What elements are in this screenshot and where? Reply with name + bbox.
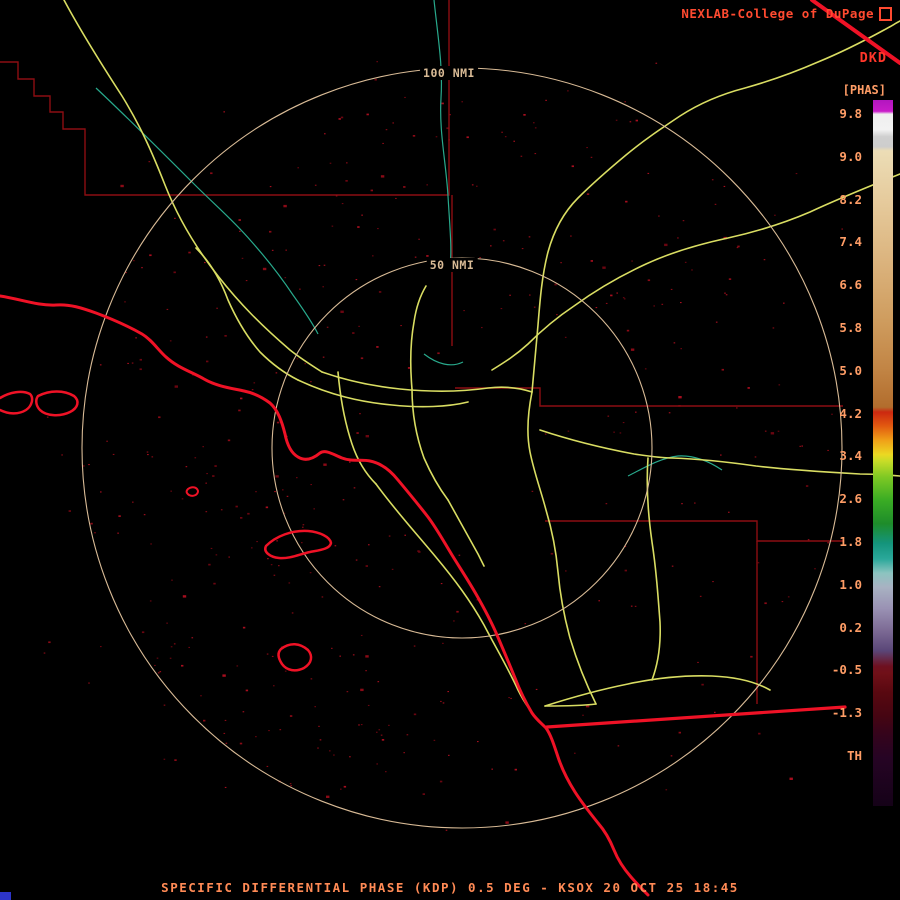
river-path [423, 353, 464, 366]
island-san-clemente [277, 643, 313, 672]
road-path [527, 391, 597, 705]
county-border-path [545, 520, 843, 542]
county-border-path [0, 0, 450, 196]
radar-map [0, 0, 900, 897]
product-code: DKD [859, 50, 887, 66]
range-ring-label-50: 50 NMI [426, 258, 478, 272]
coastline-path [0, 294, 650, 897]
river-path [627, 455, 723, 477]
county-borders-layer [0, 0, 843, 704]
road-path [297, 379, 469, 408]
coastline-layer [0, 0, 900, 897]
road-path [544, 675, 771, 707]
road-path [646, 457, 661, 681]
brand: NEXLAB-College of DuPage [681, 6, 892, 21]
product-tag: [PHAS] [842, 83, 886, 97]
road-path [531, 20, 900, 393]
range-ring-label-100: 100 NMI [420, 66, 478, 80]
caption: SPECIFIC DIFFERENTIAL PHASE (KDP) 0.5 DE… [161, 880, 739, 895]
brand-logo-icon [879, 6, 892, 21]
radar-screen: NEXLAB-College of DuPage DKD [PHAS] 9.8 9… [0, 0, 900, 900]
road-path [195, 247, 299, 381]
road-path [337, 371, 377, 485]
corner-chip [0, 892, 11, 900]
road-path [491, 173, 900, 371]
road-path [409, 285, 427, 390]
brand-text: NEXLAB-College of DuPage [681, 6, 874, 21]
roads-layer [63, 0, 900, 725]
range-ring-50nmi [271, 257, 653, 639]
river-path [95, 87, 319, 335]
island-santa-barbara [185, 486, 199, 497]
colorbar-strip [873, 100, 893, 806]
island-channel-east [35, 390, 79, 417]
island-channel-west [0, 390, 34, 415]
mexico-border-line [545, 705, 847, 729]
road-path [321, 371, 533, 393]
county-border-path [455, 387, 843, 407]
